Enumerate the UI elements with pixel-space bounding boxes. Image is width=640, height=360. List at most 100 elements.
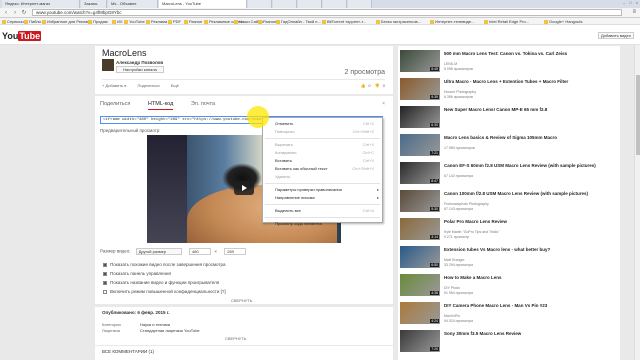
bookmark-item[interactable]: Google+ Hangouts (544, 19, 582, 24)
avatar[interactable] (102, 59, 114, 71)
checkbox[interactable] (103, 280, 107, 285)
page-scrollbar[interactable] (634, 45, 640, 360)
back-icon[interactable]: ‹ (2, 9, 10, 17)
checkbox[interactable] (103, 271, 107, 276)
browser-tab[interactable] (323, 0, 347, 8)
more-button[interactable]: Ещё (171, 83, 179, 88)
bookmark-item[interactable]: Бегая экстрасенсов... (376, 19, 421, 24)
related-video-item[interactable]: 6:50 Extension tubes Vs Macro lens - what… (400, 246, 618, 270)
browser-tab[interactable] (348, 0, 372, 8)
upload-button[interactable]: Добавить видео (598, 32, 634, 39)
tab-share[interactable]: Поделиться (100, 101, 130, 107)
scroll-thumb[interactable] (636, 75, 640, 155)
url-input[interactable]: www.youtube.com/watch?v=g4fMbpG8Ybc (32, 9, 622, 16)
bookmark-item[interactable]: Реклама (146, 19, 167, 24)
reload-icon[interactable]: ↻ (20, 9, 28, 17)
bookmark-item[interactable]: YouTube (124, 19, 145, 24)
related-video-title[interactable]: Ultra Macro - Macro Lens + Extention Tub… (444, 79, 616, 84)
share-button[interactable]: Поделиться (138, 83, 160, 88)
tab-embed[interactable]: HTML-код (147, 101, 174, 110)
size-select[interactable]: Другой размер (135, 248, 182, 255)
video-thumbnail[interactable]: 4:24 (400, 302, 440, 324)
related-video-item[interactable]: 4:38 How to Make a Macro Lens DIY Photo 51 … (400, 274, 618, 298)
context-menu-item[interactable]: Вставить как обычный текст Ctrl+Shift+V (263, 165, 382, 173)
video-thumbnail[interactable]: 9:39 (400, 78, 440, 100)
youtube-logo[interactable]: YouTube (2, 31, 42, 41)
browser-tab[interactable]: Ms - Объявле (108, 0, 158, 8)
checkbox[interactable] (103, 262, 107, 267)
bookmark-item[interactable]: ГидОнлайн - Твой п... (276, 19, 321, 24)
related-video-item[interactable]: 6:30 New Super Macro Lens! Canon MP-E 65 … (400, 106, 618, 130)
forward-icon[interactable]: › (11, 9, 19, 17)
related-video-title[interactable]: How to Make a Macro Lens (444, 275, 616, 280)
video-thumbnail[interactable]: 8:47 (400, 162, 440, 184)
category-value[interactable]: Наука и техника (140, 322, 170, 327)
related-video-title[interactable]: DIY Camera Phone Macro Lens - Man Vs Pin… (444, 303, 616, 308)
like-icon[interactable]: 👍 (360, 83, 365, 88)
context-menu-item[interactable]: Параметры проверки правописания ▸ (263, 186, 382, 194)
bookmark-item[interactable]: Сервисы (2, 19, 24, 24)
related-video-title[interactable]: 500 mm Macro Lens Test: Canon vs. Tokina… (444, 51, 616, 56)
related-video-item[interactable]: 7:21 Macro Lens basics & Review of Sigma … (400, 134, 618, 158)
collapse-button[interactable]: СВЕРНУТЬ (231, 298, 252, 303)
bookmark-item[interactable]: Intel Retail Edge Pro... (484, 19, 529, 24)
related-video-item[interactable]: 4:24 DIY Camera Phone Macro Lens - Man Vs… (400, 302, 618, 326)
related-video-title[interactable]: Sony 30mm f3.5 Macro Lens Review (444, 331, 616, 336)
video-thumbnail[interactable]: 7:21 (400, 134, 440, 156)
minimize-icon[interactable]: – (623, 0, 625, 5)
width-input[interactable]: 480 (189, 248, 212, 255)
browser-tab[interactable]: Яндекс: Интернет-магаз (2, 0, 80, 8)
browser-tab[interactable]: Заказы (81, 0, 107, 8)
bookmark-item[interactable]: Избранное для Реклам... (42, 19, 93, 24)
related-video-title[interactable]: Polar Pro Macro Lens Review (444, 219, 616, 224)
channel-settings-button[interactable]: Настройки канала (116, 66, 164, 73)
bookmark-item[interactable]: ИХ (112, 19, 123, 24)
tab-email[interactable]: Эл. почта (191, 101, 215, 107)
add-to-button[interactable]: + Добавить в (102, 83, 126, 88)
browser-tab[interactable] (248, 0, 272, 8)
bookmark-item[interactable]: PDF (168, 19, 181, 24)
video-thumbnail[interactable]: 5:49 (400, 50, 440, 72)
video-thumbnail[interactable]: 5:30 (400, 190, 440, 212)
related-video-item[interactable]: 9:39 Ultra Macro - Macro Lens + Extention… (400, 78, 618, 102)
related-video-title[interactable]: Canon EF-S 60mm f2.8 USM Macro Lens Revi… (444, 163, 616, 168)
bookmark-item[interactable]: Продаю (88, 19, 108, 24)
share-option[interactable]: Включить режим повышенной конфиденциальн… (103, 289, 226, 294)
share-option[interactable]: Показать похожие видео после завершения … (103, 262, 226, 267)
video-thumbnail[interactable]: 4:38 (400, 274, 440, 296)
video-thumbnail[interactable]: 6:50 (400, 246, 440, 268)
context-menu-item[interactable]: Выделить все Ctrl+A (263, 207, 382, 215)
browser-menu-icon[interactable]: ≡ (632, 9, 636, 15)
dislike-icon[interactable]: 👎 (375, 83, 380, 88)
bookmark-item[interactable]: BitTorrent торрент-т... (322, 19, 366, 24)
share-option[interactable]: Показать панель управления (103, 271, 171, 276)
related-video-item[interactable]: 5:49 500 mm Macro Lens Test: Canon vs. To… (400, 50, 618, 74)
related-video-title[interactable]: Macro Lens basics & Review of Sigma 105m… (444, 135, 616, 140)
related-video-item[interactable]: 7:20 Sony 30mm f3.5 Macro Lens Review (400, 330, 618, 354)
maximize-icon[interactable]: □ (629, 0, 631, 5)
bookmark-item[interactable]: Разное (258, 19, 276, 24)
related-video-title[interactable]: Extension tubes Vs Macro lens - what bet… (444, 247, 616, 252)
related-video-item[interactable]: 8:47 Canon EF-S 60mm f2.8 USM Macro Lens … (400, 162, 618, 186)
height-input[interactable]: 269 (224, 248, 247, 255)
context-menu-item[interactable]: Просмотр кода элемента (263, 220, 382, 228)
video-thumbnail[interactable]: 7:20 (400, 330, 440, 352)
video-thumbnail[interactable]: 6:30 (400, 106, 440, 128)
related-video-title[interactable]: Canon 100mm f/2.8 USM Macro Lens Review … (444, 191, 616, 196)
checkbox[interactable] (103, 289, 107, 294)
close-icon[interactable]: × (382, 101, 385, 107)
show-less-button[interactable]: СВЕРНУТЬ (225, 336, 246, 341)
context-menu-item[interactable]: Отменить Ctrl+Z (263, 120, 382, 128)
related-video-title[interactable]: New Super Macro Lens! Canon MP-E 65 mm f… (444, 107, 616, 112)
bookmark-item[interactable]: Разное (184, 19, 202, 24)
channel-name[interactable]: Александр Позволов (116, 60, 163, 65)
browser-tab[interactable] (273, 0, 297, 8)
browser-tab[interactable] (298, 0, 322, 8)
close-icon[interactable]: × (636, 0, 638, 5)
browser-tab[interactable]: MacroLens - YouTube (159, 0, 247, 8)
context-menu-item[interactable]: Вставить Ctrl+V (263, 157, 382, 165)
share-option[interactable]: Показать название видео и функции проигр… (103, 280, 219, 285)
video-thumbnail[interactable]: 3:14 (400, 218, 440, 240)
related-video-item[interactable]: 5:30 Canon 100mm f/2.8 USM Macro Lens Rev… (400, 190, 618, 214)
play-icon[interactable] (234, 181, 254, 195)
